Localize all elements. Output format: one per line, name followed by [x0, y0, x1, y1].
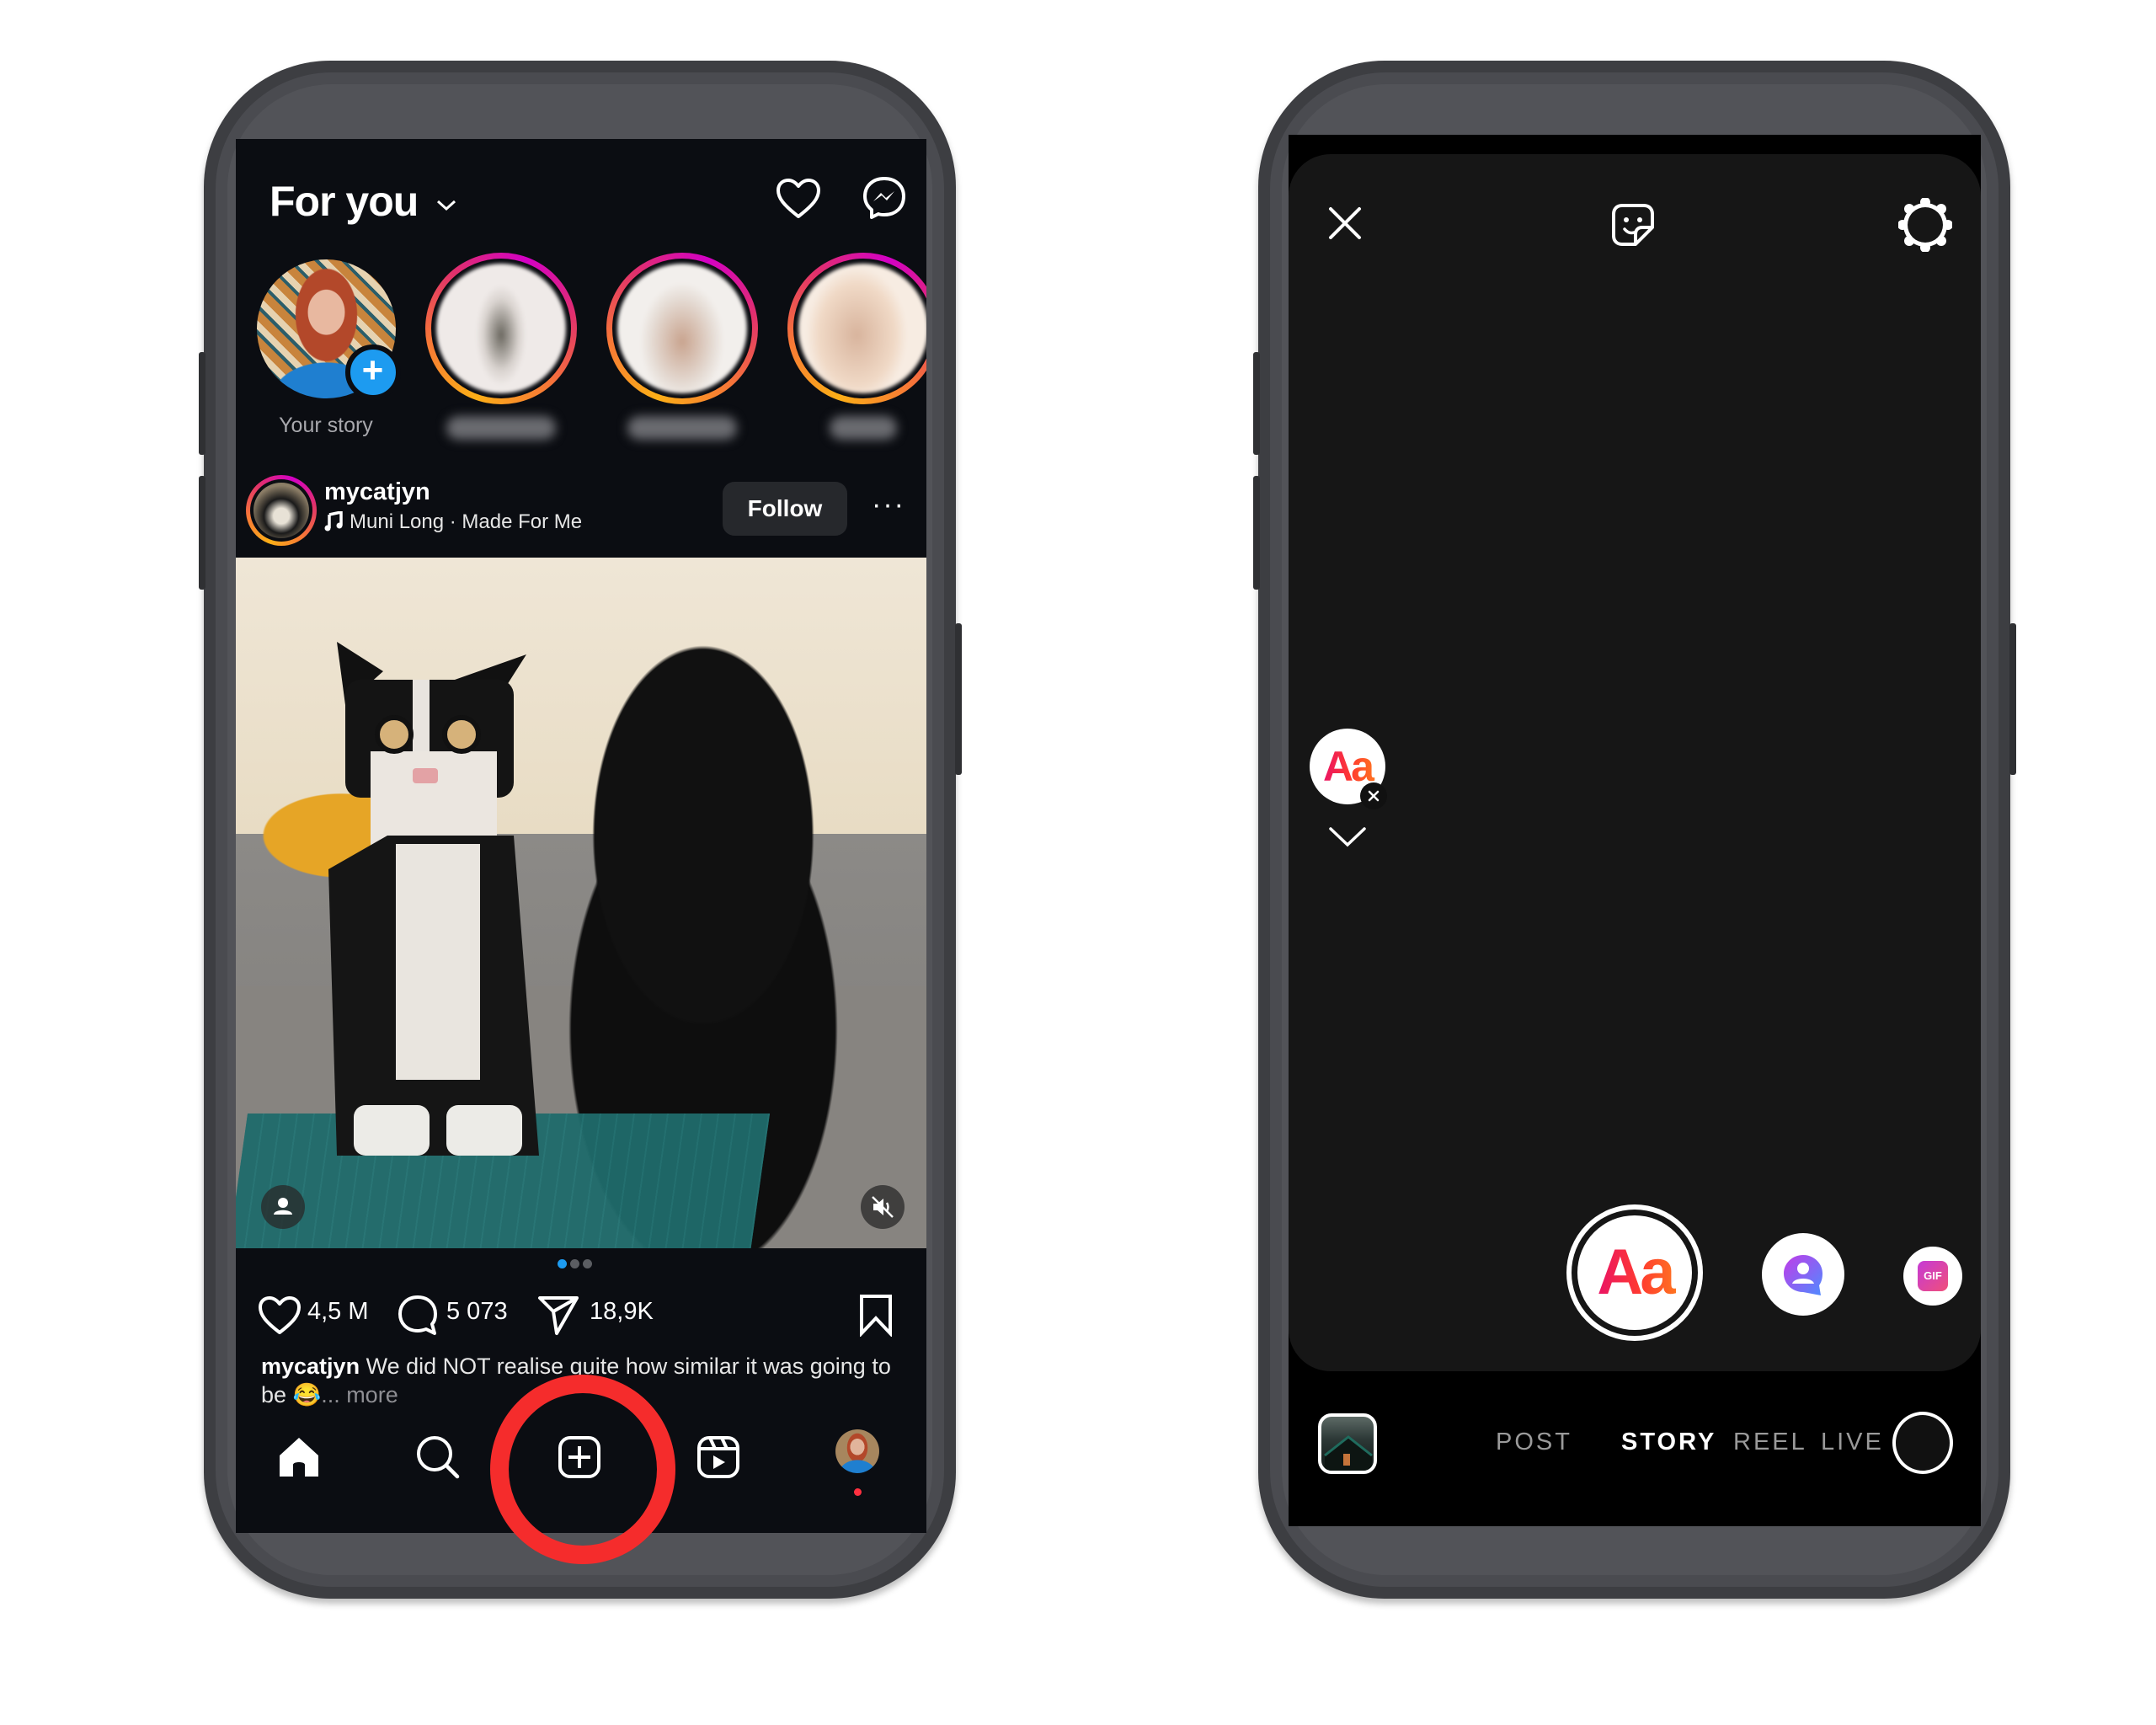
volume-down-button [1253, 476, 1260, 590]
story-item[interactable] [425, 253, 577, 440]
create-tool-text-label: Aa [1577, 1215, 1692, 1330]
messenger-icon[interactable] [861, 174, 908, 222]
heart-icon[interactable] [775, 177, 822, 221]
create-tool-gif[interactable]: GIF [1903, 1247, 1962, 1306]
follow-button[interactable]: Follow [723, 482, 847, 536]
caption-more-link[interactable]: ... more [321, 1382, 398, 1407]
story-item[interactable] [787, 253, 926, 440]
feed-selector[interactable]: For you [270, 177, 457, 226]
chevron-down-icon[interactable] [1326, 824, 1369, 849]
more-options-icon[interactable]: ··· [872, 489, 905, 521]
remove-text-tool-button[interactable] [1360, 782, 1387, 809]
share-icon[interactable] [536, 1293, 580, 1338]
bookmark-icon[interactable] [857, 1293, 894, 1337]
sticker-icon[interactable] [1609, 200, 1657, 249]
carousel-indicator [558, 1258, 595, 1273]
own-story-avatar: + [256, 259, 401, 400]
power-button [2009, 623, 2016, 775]
mention-icon [1784, 1255, 1822, 1295]
person-icon [274, 1198, 292, 1215]
mode-live[interactable]: LIVE [1821, 1429, 1884, 1456]
carousel-dot [583, 1259, 592, 1268]
profile-avatar-tab[interactable] [835, 1429, 879, 1473]
gallery-thumbnail[interactable] [1318, 1413, 1377, 1474]
post-actions: 4,5 M 5 073 18,9K [236, 1284, 926, 1343]
music-note-icon [324, 511, 343, 531]
post-author-avatar[interactable] [246, 475, 317, 546]
create-tool-mention[interactable] [1762, 1233, 1844, 1316]
own-story-label: Your story [279, 414, 373, 437]
comment-icon[interactable] [396, 1293, 440, 1338]
mode-post[interactable]: POST [1496, 1429, 1572, 1456]
create-tool-text-selected[interactable]: Aa [1566, 1204, 1703, 1341]
carousel-dot [570, 1259, 579, 1268]
post-header: mycatjyn Muni Long · Made For Me Follow … [236, 472, 926, 556]
search-icon[interactable] [408, 1428, 467, 1487]
caption-username[interactable]: mycatjyn [261, 1354, 360, 1379]
volume-up-button [1253, 352, 1260, 455]
story-username-blurred [446, 416, 556, 440]
camera-mode-bar: POST STORY REEL LIVE [1289, 1371, 1981, 1526]
close-small-icon [1368, 790, 1380, 802]
home-icon[interactable] [270, 1428, 328, 1487]
story-own[interactable]: + Your story [254, 259, 401, 438]
post-audio-label: Muni Long · Made For Me [350, 510, 583, 533]
story-canvas[interactable]: Aa Aa GIF [1289, 154, 1981, 1371]
settings-icon[interactable] [1898, 198, 1952, 252]
speaker-muted-icon [872, 1196, 894, 1218]
mode-story[interactable]: STORY [1621, 1429, 1716, 1456]
mute-button[interactable] [861, 1185, 905, 1229]
tagged-people-button[interactable] [261, 1185, 305, 1229]
shares-count[interactable]: 18,9K [590, 1298, 654, 1326]
power-button [955, 623, 962, 775]
gif-icon: GIF [1918, 1261, 1948, 1291]
mode-reel[interactable]: REEL [1733, 1429, 1807, 1456]
post-audio[interactable]: Muni Long · Made For Me [324, 510, 582, 534]
post-username[interactable]: mycatjyn [324, 478, 430, 506]
create-button-highlight [490, 1375, 675, 1564]
carousel-dot-active [558, 1259, 567, 1268]
story-username-blurred [830, 416, 897, 440]
lego-cat-figure [328, 642, 539, 1156]
story-username-blurred [627, 416, 737, 440]
volume-up-button [199, 352, 205, 455]
switch-camera-button[interactable] [1892, 1412, 1953, 1474]
add-story-badge[interactable]: + [344, 344, 401, 400]
instagram-feed-screen: For you + Your story mycatjyn Muni Long … [236, 139, 926, 1533]
cabin-photo [1324, 1435, 1373, 1471]
comments-count[interactable]: 5 073 [446, 1298, 508, 1326]
caption-emoji: 😂 [292, 1382, 322, 1407]
reels-icon[interactable] [689, 1428, 748, 1487]
volume-down-button [199, 476, 205, 590]
close-icon[interactable] [1324, 202, 1366, 244]
likes-count[interactable]: 4,5 M [307, 1298, 369, 1326]
post-image[interactable] [236, 558, 926, 1248]
notification-dot [854, 1488, 862, 1496]
story-create-screen: Aa Aa GIF POST STORY REEL LIVE [1289, 135, 1981, 1526]
chevron-down-icon [437, 200, 456, 211]
like-icon[interactable] [257, 1295, 302, 1337]
story-item[interactable] [606, 253, 758, 440]
feed-title: For you [270, 178, 419, 225]
